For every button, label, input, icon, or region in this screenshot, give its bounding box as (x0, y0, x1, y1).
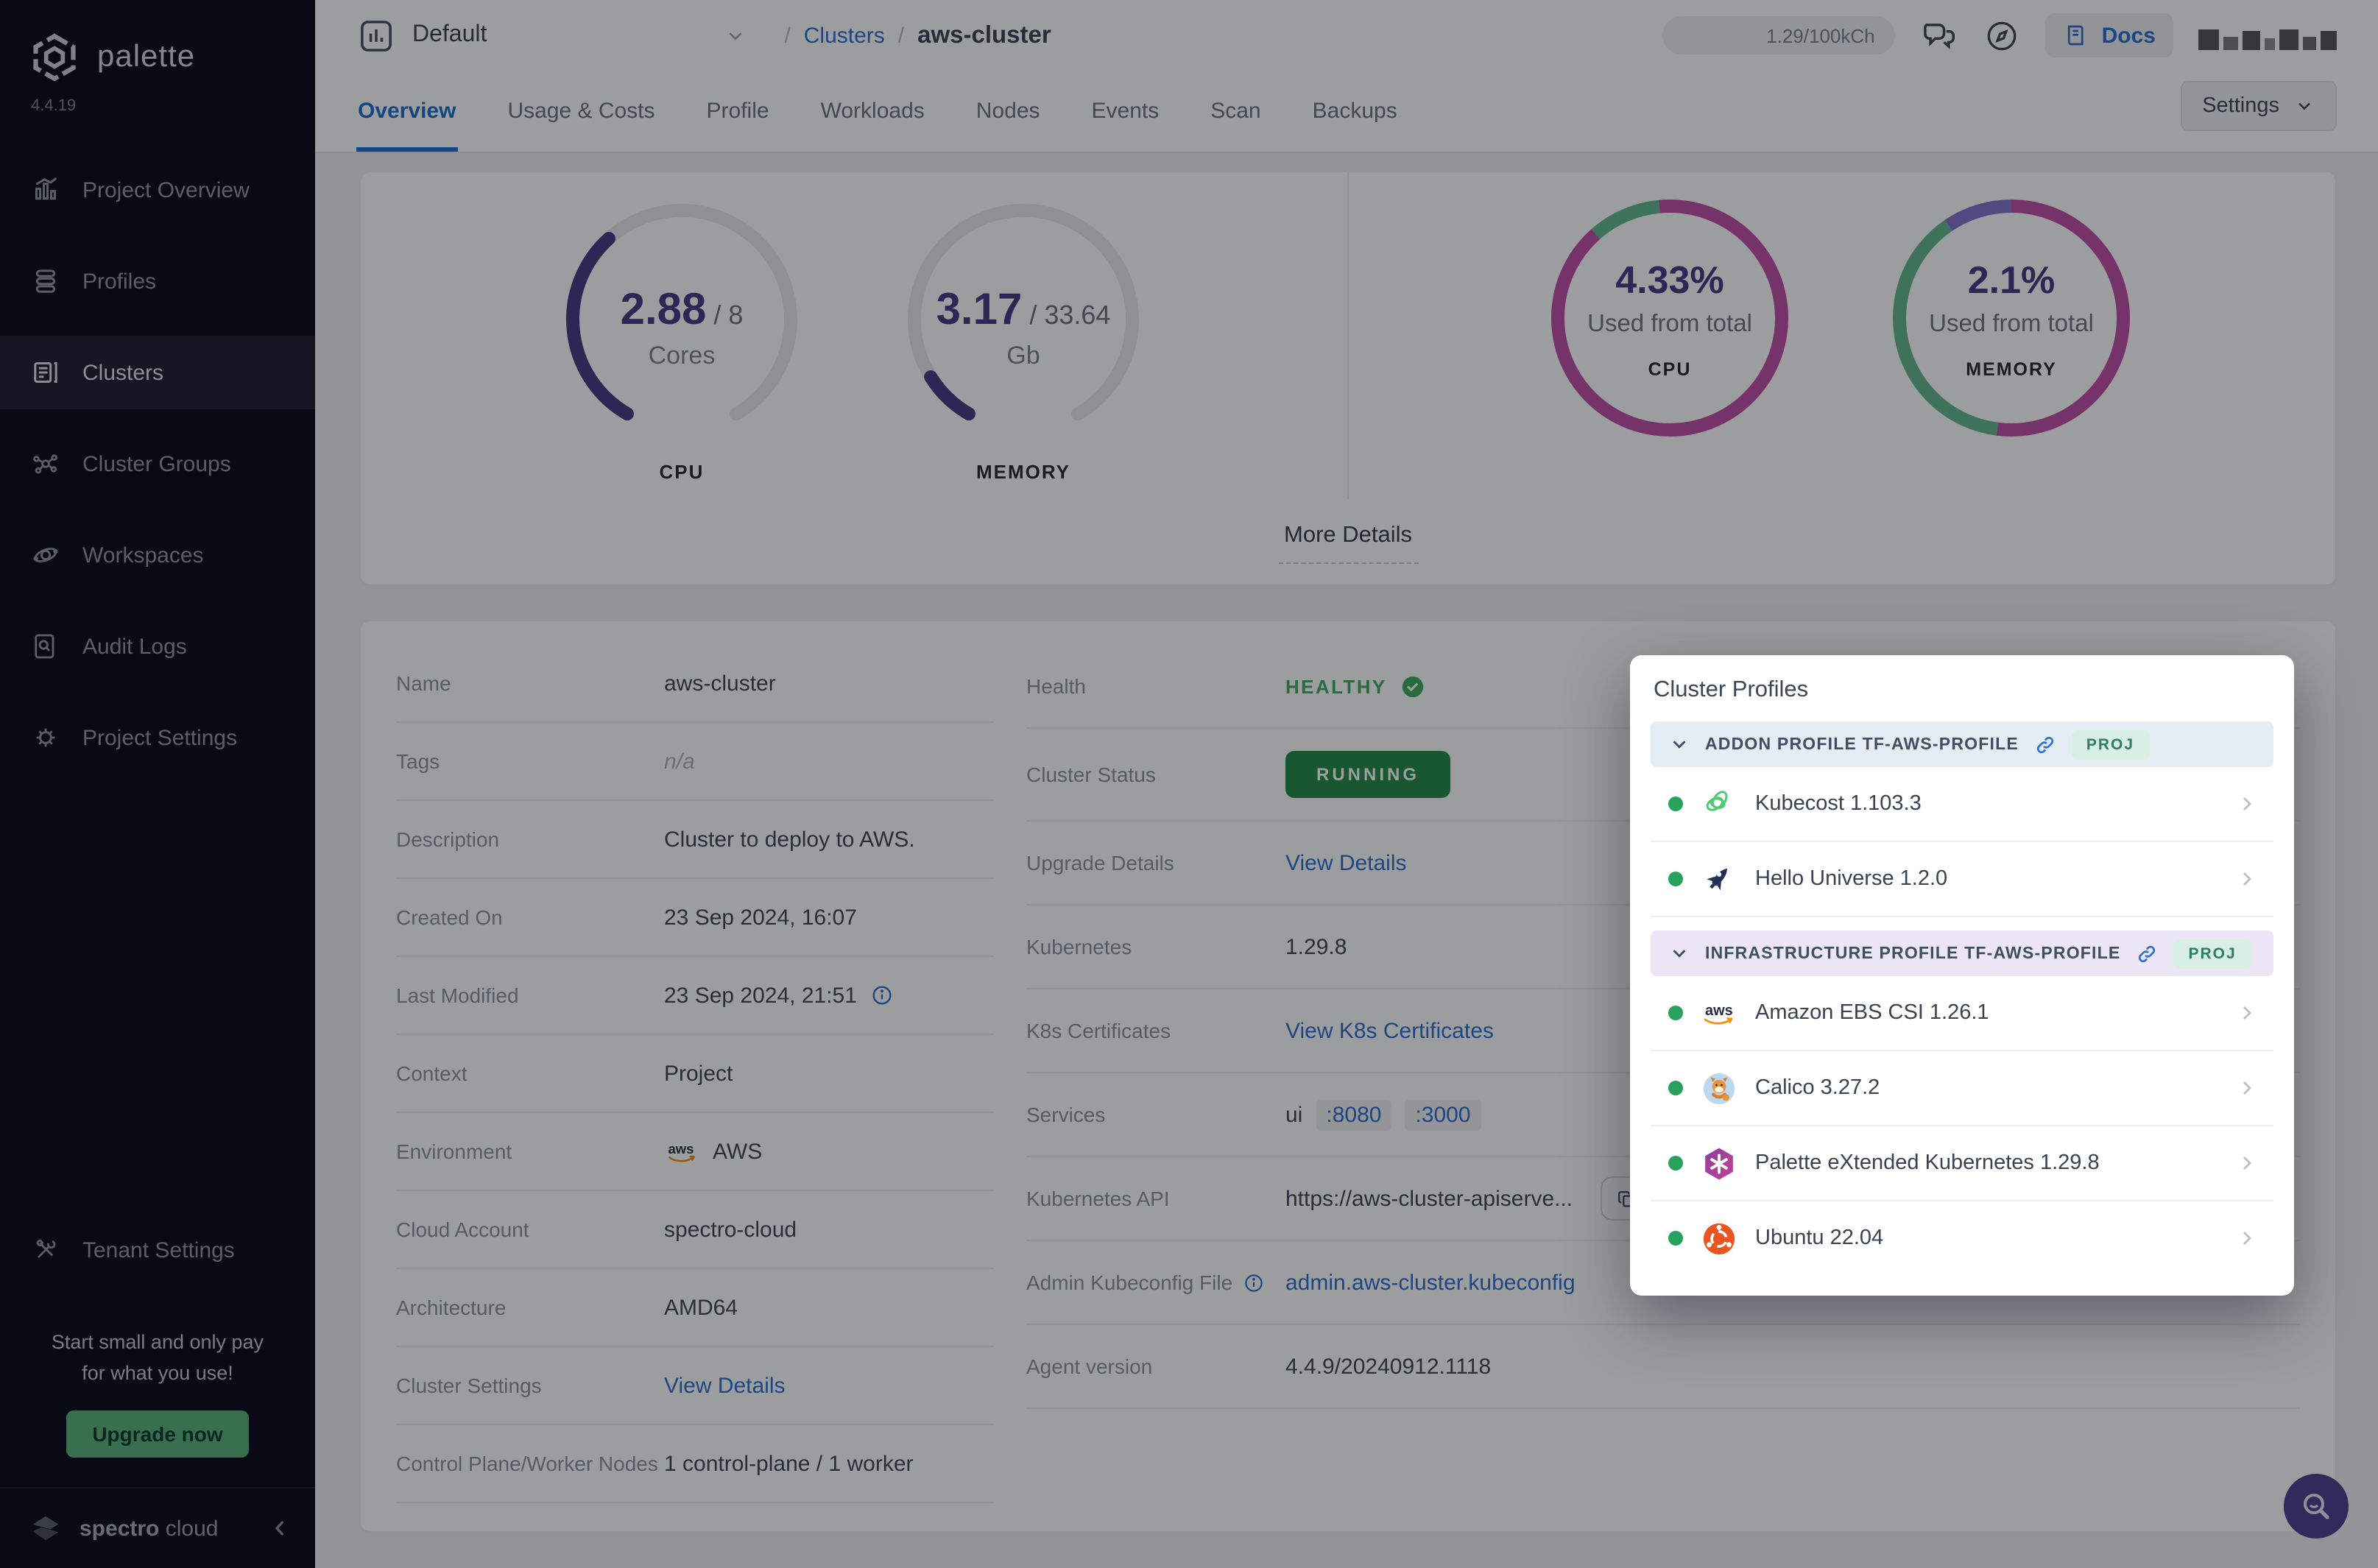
infrastructure-profile-header[interactable]: INFRASTRUCTURE PROFILE TF-AWS-PROFILE PR… (1651, 930, 2273, 976)
pack-status-dot (1668, 1231, 1683, 1246)
svg-text:aws: aws (1705, 1002, 1733, 1018)
cluster-profiles-panel: Cluster Profiles ADDON PROFILE TF-AWS-PR… (1630, 655, 2294, 1296)
app-window: palette 4.4.19 Project Overview (0, 0, 2378, 1568)
aws-logo-icon: aws (1699, 994, 1737, 1032)
addon-profile-header[interactable]: ADDON PROFILE TF-AWS-PROFILE PROJ (1651, 721, 2273, 767)
hello-universe-logo-icon (1699, 860, 1737, 898)
panel-title: Cluster Profiles (1654, 677, 2271, 704)
pack-status-dot (1668, 797, 1683, 811)
pack-row-ubuntu[interactable]: Ubuntu 22.04 (1651, 1201, 2273, 1275)
pack-row-amazon-ebs-csi[interactable]: aws Amazon EBS CSI 1.26.1 (1651, 976, 2273, 1051)
link-icon[interactable] (2033, 732, 2057, 756)
scope-badge: PROJ (2173, 939, 2251, 968)
chevron-right-icon (2235, 1226, 2259, 1250)
chevron-right-icon (2235, 867, 2259, 891)
pack-status-dot (1668, 1006, 1683, 1020)
calico-logo-icon (1699, 1069, 1737, 1107)
pxk-logo-icon (1699, 1144, 1737, 1182)
chevron-down-icon (1668, 733, 1690, 755)
ubuntu-logo-icon (1699, 1219, 1737, 1257)
kubecost-logo-icon (1699, 785, 1737, 823)
chevron-right-icon (2235, 792, 2259, 816)
link-icon[interactable] (2135, 942, 2159, 965)
pack-status-dot (1668, 1156, 1683, 1170)
chevron-right-icon (2235, 1151, 2259, 1175)
pack-status-dot (1668, 1081, 1683, 1095)
pack-status-dot (1668, 872, 1683, 886)
chevron-right-icon (2235, 1076, 2259, 1100)
chevron-down-icon (1668, 942, 1690, 964)
scope-badge: PROJ (2072, 730, 2149, 759)
chevron-right-icon (2235, 1001, 2259, 1025)
pack-row-kubecost[interactable]: Kubecost 1.103.3 (1651, 767, 2273, 842)
pack-row-palette-extended-kubernetes[interactable]: Palette eXtended Kubernetes 1.29.8 (1651, 1126, 2273, 1201)
pack-row-calico[interactable]: Calico 3.27.2 (1651, 1051, 2273, 1126)
pack-row-hello-universe[interactable]: Hello Universe 1.2.0 (1651, 842, 2273, 917)
